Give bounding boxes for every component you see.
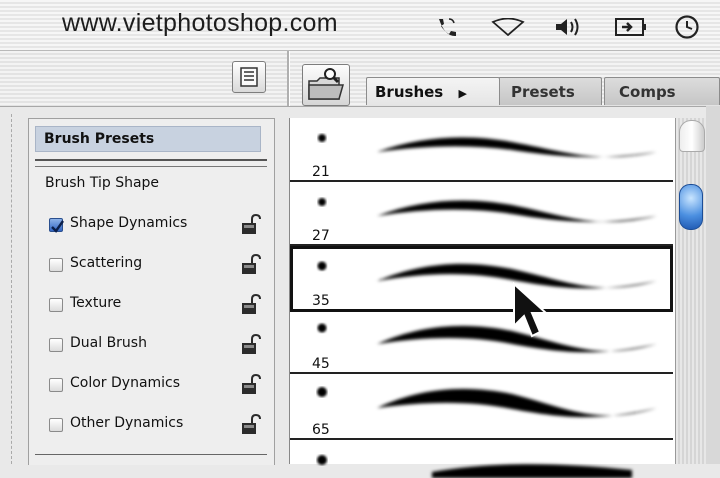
phone-icon[interactable] — [435, 16, 459, 38]
scrollbar[interactable] — [675, 118, 706, 464]
brush-item[interactable]: 21 — [290, 118, 673, 182]
brush-tip-shape-item[interactable]: Brush Tip Shape — [45, 175, 159, 191]
stroke-preview — [377, 388, 657, 418]
lock-icon[interactable] — [239, 413, 261, 435]
mouse-pointer-icon — [513, 282, 549, 338]
option-color-dynamics[interactable]: Color Dynamics — [45, 373, 269, 399]
dual-brush-label: Dual Brush — [70, 335, 147, 351]
stroke-preview — [432, 464, 632, 478]
lock-icon[interactable] — [239, 293, 261, 315]
scattering-label: Scattering — [70, 255, 143, 271]
brush-item[interactable]: 65 — [290, 374, 673, 440]
other-dynamics-label: Other Dynamics — [70, 415, 184, 431]
file-browser-button[interactable] — [302, 64, 350, 106]
option-shape-dynamics[interactable]: Shape Dynamics — [45, 213, 269, 239]
scroll-up-arrow[interactable] — [679, 120, 705, 152]
brush-options-panel: Brush Presets Brush Tip Shape Shape Dyna… — [11, 114, 275, 465]
other-dynamics-checkbox[interactable] — [49, 418, 63, 432]
stroke-preview — [377, 200, 657, 222]
option-scattering[interactable]: Scattering — [45, 253, 269, 279]
tab-brushes[interactable]: Brushes ▶ — [366, 77, 500, 105]
tab-brushes-label: Brushes — [375, 83, 444, 101]
tab-presets[interactable]: Presets — [498, 77, 602, 105]
site-title: www.vietphotoshop.com — [62, 9, 338, 37]
brush-item[interactable] — [290, 440, 673, 478]
brush-size-label: 65 — [312, 422, 330, 438]
brush-tip-icon — [317, 323, 327, 333]
brush-item-selected[interactable]: 35 — [290, 246, 673, 312]
triangle-right-icon: ▶ — [458, 87, 467, 100]
texture-checkbox[interactable] — [49, 298, 63, 312]
brush-item[interactable]: 27 — [290, 182, 673, 246]
brush-presets-item[interactable]: Brush Presets — [35, 126, 261, 152]
color-dynamics-checkbox[interactable] — [49, 378, 63, 392]
tab-presets-label: Presets — [511, 83, 575, 101]
brush-tip-icon — [317, 455, 327, 465]
brush-size-label: 27 — [312, 228, 330, 244]
option-dual-brush[interactable]: Dual Brush — [45, 333, 269, 359]
volume-icon[interactable] — [554, 16, 582, 38]
toggle-palettes-button[interactable] — [232, 61, 266, 93]
tab-comps-label: Comps — [619, 83, 676, 101]
toolbar-divider — [287, 51, 290, 106]
folder-search-icon — [308, 68, 344, 100]
scattering-checkbox[interactable] — [49, 258, 63, 272]
brush-item[interactable]: 45 — [290, 312, 673, 374]
texture-label: Texture — [70, 295, 122, 311]
toolbar: Brushes ▶ Presets Comps — [0, 51, 720, 107]
menu-bar: www.vietphotoshop.com — [0, 0, 720, 51]
divider — [35, 454, 267, 455]
battery-icon[interactable] — [615, 17, 649, 37]
color-dynamics-label: Color Dynamics — [70, 375, 181, 391]
clock-icon[interactable] — [674, 14, 700, 40]
brush-tip-icon — [318, 198, 326, 206]
dual-brush-checkbox[interactable] — [49, 338, 63, 352]
palette-icon — [240, 67, 258, 87]
brush-tip-icon — [317, 387, 327, 397]
lock-icon[interactable] — [239, 253, 261, 275]
option-texture[interactable]: Texture — [45, 293, 269, 319]
brush-tip-icon — [318, 134, 326, 142]
window-edge — [706, 106, 720, 464]
lock-icon[interactable] — [239, 373, 261, 395]
scroll-thumb[interactable] — [679, 184, 703, 230]
option-other-dynamics[interactable]: Other Dynamics — [45, 413, 269, 439]
brush-tip-icon — [317, 261, 327, 271]
lock-icon[interactable] — [239, 333, 261, 355]
brush-size-label: 45 — [312, 356, 330, 372]
checkmark-icon — [51, 220, 64, 233]
stroke-preview — [377, 137, 657, 158]
shape-dynamics-checkbox[interactable] — [49, 218, 64, 233]
lock-icon[interactable] — [239, 213, 261, 235]
brush-size-label: 21 — [312, 164, 330, 180]
divider — [35, 159, 267, 167]
shape-dynamics-label: Shape Dynamics — [70, 215, 188, 231]
tab-comps[interactable]: Comps — [604, 77, 720, 105]
brush-preset-list: 21 27 35 45 65 — [289, 118, 676, 478]
brush-size-label: 35 — [312, 293, 330, 309]
wifi-icon[interactable] — [491, 18, 525, 36]
